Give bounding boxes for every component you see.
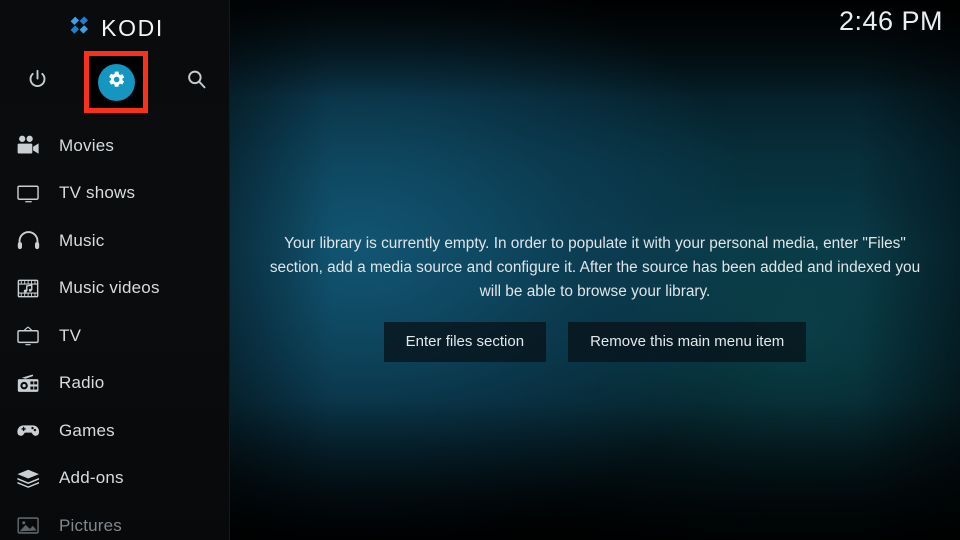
gear-icon <box>107 70 126 94</box>
power-button[interactable] <box>6 52 68 112</box>
sidebar-item-music-videos[interactable]: Music videos <box>0 265 230 313</box>
television-icon <box>11 179 45 207</box>
sidebar-item-label: Radio <box>59 373 105 393</box>
sidebar-item-label: Movies <box>59 135 115 155</box>
sidebar-menu: Movies TV shows Music Music videos TV Ra… <box>0 122 230 540</box>
sidebar: KODI Movies TV shows Music Music videos … <box>0 0 230 540</box>
sidebar-item-label: Music <box>59 230 105 250</box>
sidebar-item-movies[interactable]: Movies <box>0 122 230 170</box>
brand: KODI <box>0 10 230 46</box>
film-music-note-icon <box>11 274 45 302</box>
clock: 2:46 PM <box>838 6 943 36</box>
power-icon <box>26 68 49 96</box>
sidebar-item-label: TV shows <box>59 183 136 203</box>
action-buttons: Enter files section Remove this main men… <box>383 321 807 362</box>
addon-box-icon <box>11 464 45 492</box>
brand-title: KODI <box>101 14 164 41</box>
search-button[interactable] <box>165 52 227 112</box>
tv-antenna-icon <box>11 322 45 350</box>
main-content: Your library is currently empty. In orde… <box>230 0 960 540</box>
sidebar-item-radio[interactable]: Radio <box>0 360 230 408</box>
headphones-icon <box>11 227 45 255</box>
sidebar-item-tv-shows[interactable]: TV shows <box>0 170 230 218</box>
kodi-home-screen: 2:46 PM KODI Movies TV shows Music Music… <box>0 0 960 540</box>
movie-camera-icon <box>11 132 45 160</box>
sidebar-item-label: Music videos <box>59 278 160 298</box>
remove-main-menu-item-button[interactable]: Remove this main menu item <box>568 321 807 362</box>
sidebar-item-music[interactable]: Music <box>0 217 230 265</box>
enter-files-section-button[interactable]: Enter files section <box>383 321 547 362</box>
sidebar-item-label: TV <box>59 325 82 345</box>
sidebar-item-add-ons[interactable]: Add-ons <box>0 455 230 503</box>
picture-image-icon <box>11 512 45 540</box>
empty-library-message: Your library is currently empty. In orde… <box>269 235 921 301</box>
settings-button-highlight[interactable] <box>84 51 148 113</box>
sidebar-item-label: Games <box>59 420 115 440</box>
sidebar-item-pictures[interactable]: Pictures <box>0 502 230 540</box>
sidebar-item-tv[interactable]: TV <box>0 312 230 360</box>
sidebar-item-label: Pictures <box>59 515 123 535</box>
search-icon <box>185 68 208 96</box>
settings-button[interactable] <box>97 63 135 101</box>
sidebar-item-label: Add-ons <box>59 468 124 488</box>
radio-icon <box>11 369 45 397</box>
gamepad-icon <box>11 417 45 445</box>
sidebar-item-games[interactable]: Games <box>0 407 230 455</box>
kodi-diamond-logo-icon <box>66 15 92 41</box>
